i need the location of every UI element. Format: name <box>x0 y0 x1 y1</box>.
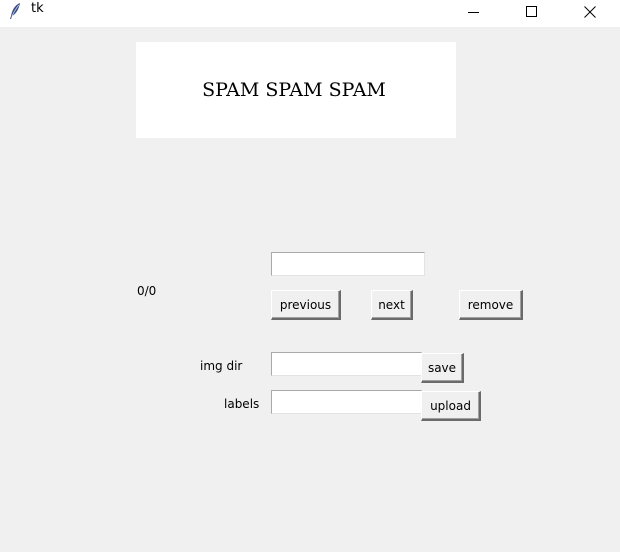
minimize-icon <box>468 6 480 21</box>
maximize-button[interactable] <box>509 0 555 27</box>
save-button[interactable]: save <box>421 353 464 383</box>
image-counter: 0/0 <box>137 284 157 298</box>
maximize-icon <box>526 6 538 21</box>
top-entry[interactable] <box>271 252 425 276</box>
labels-field[interactable] <box>271 390 422 414</box>
next-button[interactable]: next <box>371 290 413 320</box>
feather-icon <box>8 2 22 20</box>
remove-button[interactable]: remove <box>459 290 523 320</box>
title-bar: tk <box>0 0 620 27</box>
banner-panel: SPAM SPAM SPAM <box>136 42 456 138</box>
img-dir-field[interactable] <box>271 352 422 376</box>
labels-label: labels <box>224 397 260 411</box>
banner-label: SPAM SPAM SPAM <box>202 79 386 101</box>
img-dir-label: img dir <box>200 359 243 373</box>
close-icon <box>584 6 596 21</box>
close-button[interactable] <box>567 0 613 27</box>
minimize-button[interactable] <box>451 0 497 27</box>
upload-button[interactable]: upload <box>421 391 481 421</box>
previous-button[interactable]: previous <box>271 290 341 320</box>
window-title: tk <box>31 1 44 16</box>
